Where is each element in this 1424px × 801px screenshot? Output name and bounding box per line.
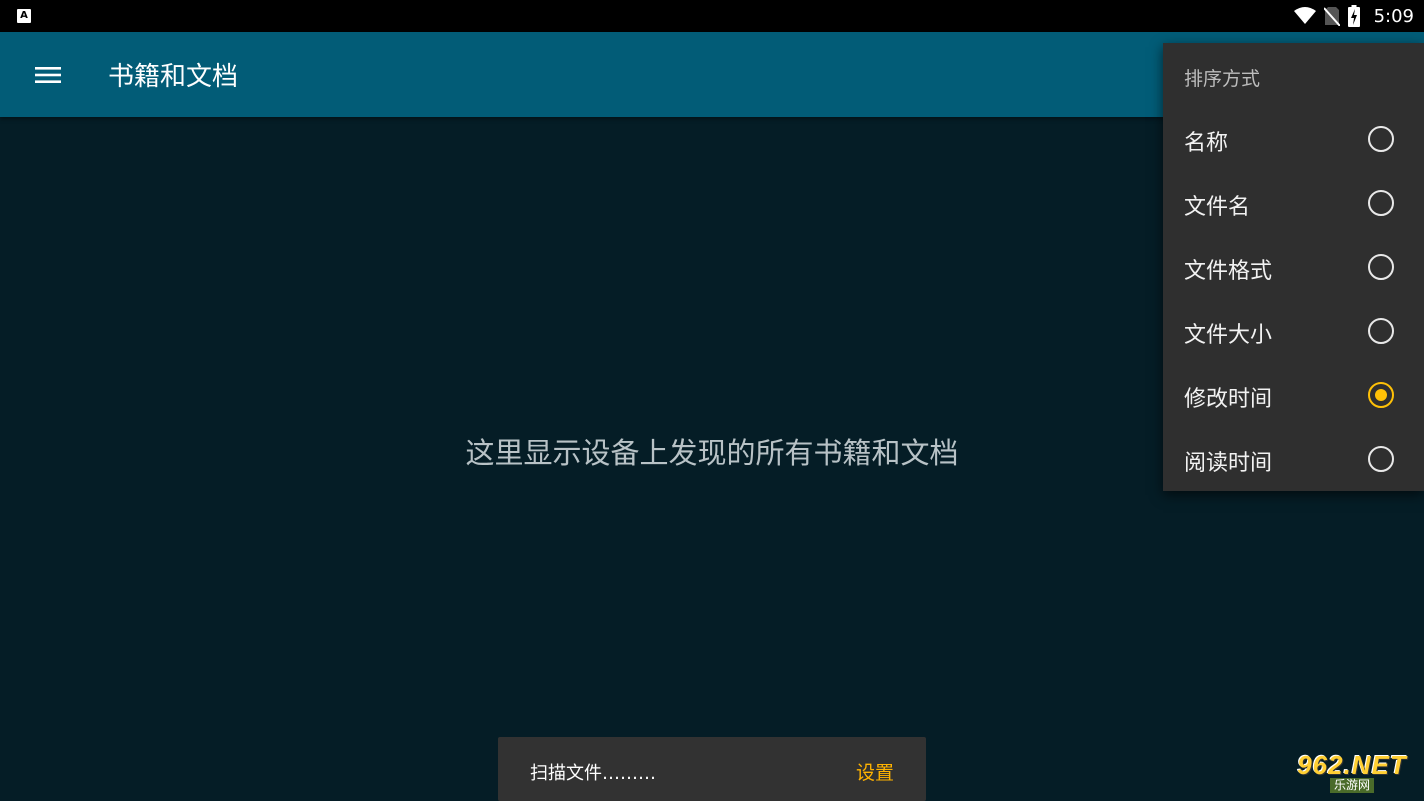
app-notification-icon: A [17, 9, 31, 23]
watermark-logo: 962.NET 乐游网 [1285, 749, 1419, 795]
watermark-sub-text: 乐游网 [1329, 777, 1374, 793]
sort-option-name[interactable]: 名称 [1163, 107, 1424, 171]
sort-option-label: 阅读时间 [1184, 451, 1273, 476]
sort-option-modified-time[interactable]: 修改时间 [1163, 363, 1424, 427]
radio-button-selected[interactable] [1368, 382, 1394, 408]
status-icons: 5:09 [1293, 0, 1414, 32]
snackbar: 扫描文件……… 设置 [498, 737, 926, 801]
sort-option-label: 文件格式 [1184, 259, 1273, 284]
hamburger-menu-icon[interactable] [34, 61, 62, 89]
sort-option-label: 文件大小 [1184, 323, 1273, 348]
radio-button[interactable] [1368, 126, 1394, 152]
sort-option-label: 修改时间 [1184, 387, 1273, 412]
status-bar: A 5:09 [0, 0, 1424, 32]
sort-option-filename[interactable]: 文件名 [1163, 171, 1424, 235]
radio-button[interactable] [1368, 318, 1394, 344]
page-title: 书籍和文档 [108, 62, 239, 92]
radio-button[interactable] [1368, 446, 1394, 472]
radio-button[interactable] [1368, 190, 1394, 216]
sort-option-size[interactable]: 文件大小 [1163, 299, 1424, 363]
no-sim-icon [1323, 7, 1340, 26]
watermark-main-text: 962.NET [1297, 749, 1407, 780]
sort-menu-popup: 排序方式 名称 文件名 文件格式 文件大小 修改时间 阅读时间 [1163, 43, 1424, 491]
radio-button[interactable] [1368, 254, 1394, 280]
battery-charging-icon [1347, 5, 1360, 27]
sort-option-format[interactable]: 文件格式 [1163, 235, 1424, 299]
clock: 5:09 [1373, 5, 1414, 27]
wifi-icon [1293, 7, 1316, 24]
sort-option-read-time[interactable]: 阅读时间 [1163, 427, 1424, 491]
snackbar-message: 扫描文件……… [530, 763, 656, 784]
sort-menu-title: 排序方式 [1184, 68, 1261, 90]
sort-option-label: 名称 [1184, 131, 1229, 156]
sort-option-label: 文件名 [1184, 195, 1251, 220]
snackbar-settings-button[interactable]: 设置 [856, 758, 894, 785]
